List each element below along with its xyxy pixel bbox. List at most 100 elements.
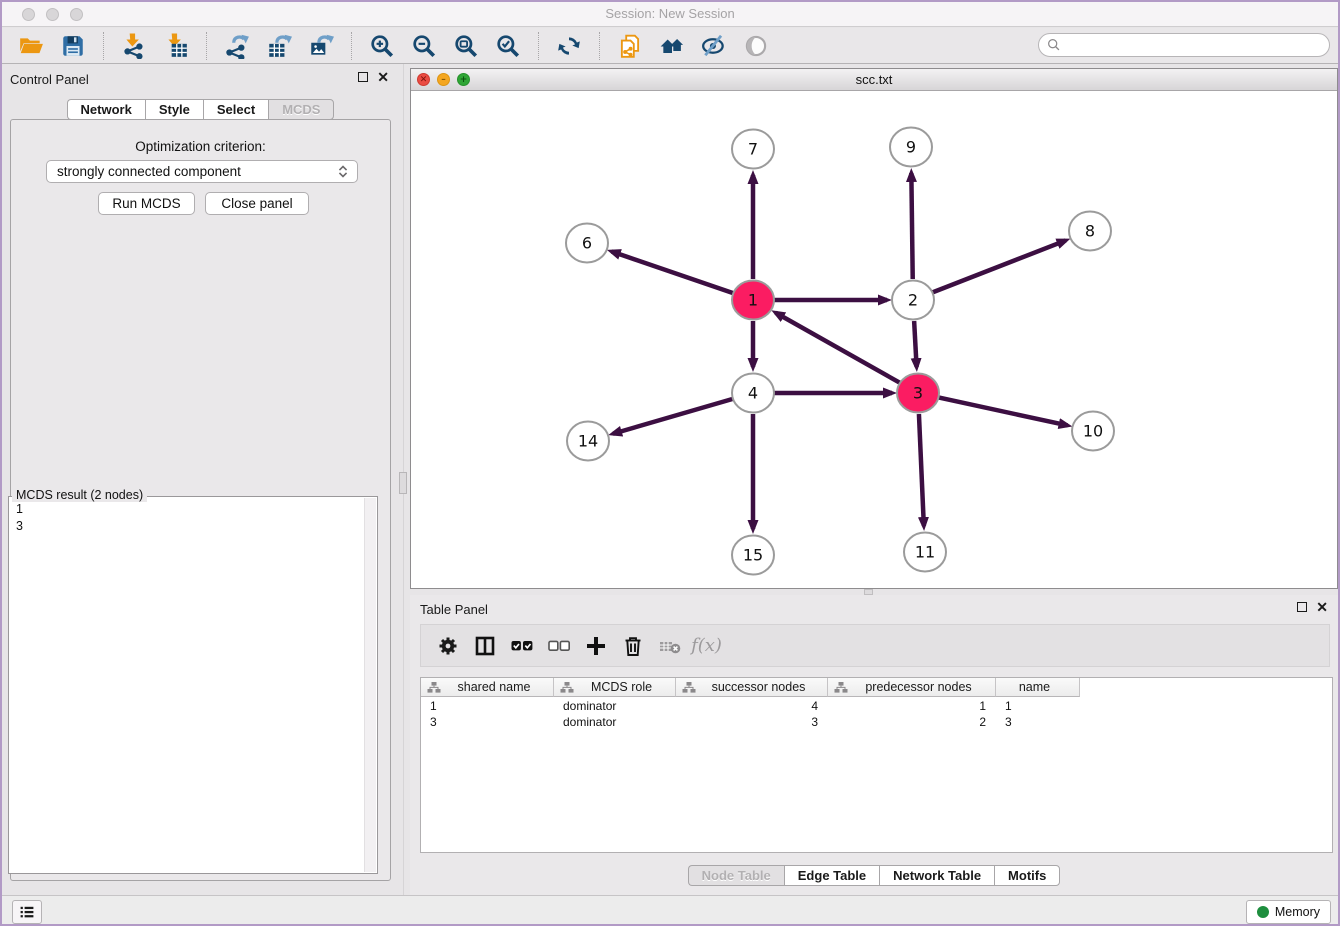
network-window-titlebar[interactable]: ✕ – + scc.txt <box>411 69 1337 91</box>
edge-2-9[interactable] <box>911 173 912 279</box>
cell[interactable]: 3 <box>676 714 828 730</box>
node-3[interactable]: 3 <box>897 374 939 413</box>
edge-2-8[interactable] <box>933 240 1066 292</box>
tab-network[interactable]: Network <box>67 99 145 120</box>
deselect-all-icon[interactable] <box>540 629 577 663</box>
open-file-icon[interactable] <box>13 31 49 61</box>
node-4[interactable]: 4 <box>732 374 774 413</box>
node-9[interactable]: 9 <box>890 128 932 167</box>
float-panel-icon[interactable] <box>358 72 368 82</box>
memory-button[interactable]: Memory <box>1246 900 1331 924</box>
tab-select[interactable]: Select <box>203 99 268 120</box>
export-network-icon[interactable] <box>219 31 255 61</box>
cell[interactable]: 4 <box>676 698 828 714</box>
float-table-panel-icon[interactable] <box>1297 602 1307 612</box>
import-network-icon[interactable] <box>116 31 152 61</box>
settings-gear-icon[interactable] <box>429 629 466 663</box>
tab-style[interactable]: Style <box>145 99 203 120</box>
cell[interactable]: dominator <box>554 714 676 730</box>
tab-motifs[interactable]: Motifs <box>994 865 1060 886</box>
table-body: 1dominator4113dominator323 <box>421 698 1332 730</box>
split-view-icon[interactable] <box>466 629 503 663</box>
mcds-result-text: 1 3 <box>16 501 361 535</box>
task-history-button[interactable] <box>12 900 42 924</box>
zoom-in-icon[interactable] <box>364 31 400 61</box>
node-label: 14 <box>578 432 598 451</box>
node-2[interactable]: 2 <box>892 281 934 320</box>
cell[interactable]: 1 <box>996 698 1080 714</box>
column-header-MCDS-role[interactable]: MCDS role <box>554 678 676 697</box>
control-panel-title: Control Panel <box>10 72 391 90</box>
node-table: shared nameMCDS rolesuccessor nodesprede… <box>420 677 1333 853</box>
node-15[interactable]: 15 <box>732 536 774 575</box>
optimization-criterion-select[interactable]: strongly connected component <box>46 160 358 183</box>
tab-node-table[interactable]: Node Table <box>688 865 784 886</box>
node-8[interactable]: 8 <box>1069 212 1111 251</box>
application-window: Session: New Session Control Panel ✕ Net… <box>0 0 1340 926</box>
search-box[interactable] <box>1038 33 1330 57</box>
node-14[interactable]: 14 <box>567 422 609 461</box>
attribute-icon <box>427 681 441 694</box>
column-header-predecessor-nodes[interactable]: predecessor nodes <box>828 678 996 697</box>
node-6[interactable]: 6 <box>566 224 608 263</box>
node-11[interactable]: 11 <box>904 533 946 572</box>
column-header-name[interactable]: name <box>996 678 1080 697</box>
column-header-successor-nodes[interactable]: successor nodes <box>676 678 828 697</box>
zoom-out-icon[interactable] <box>406 31 442 61</box>
tab-edge-table[interactable]: Edge Table <box>784 865 879 886</box>
export-table-icon[interactable] <box>261 31 297 61</box>
edge-4-14[interactable] <box>613 399 733 434</box>
node-label: 9 <box>906 138 916 157</box>
node-10[interactable]: 10 <box>1072 412 1114 451</box>
network-canvas[interactable]: 1 2 3 4 6 7 8 9 10 11 14 15 <box>411 91 1337 588</box>
close-panel-button[interactable]: Close panel <box>205 192 309 215</box>
hide-graphics-icon[interactable] <box>696 31 732 61</box>
stepper-icon <box>335 164 351 179</box>
run-mcds-button[interactable]: Run MCDS <box>98 192 195 215</box>
clone-network-icon[interactable] <box>612 31 648 61</box>
node-label: 2 <box>908 291 918 310</box>
cell[interactable]: 1 <box>421 698 554 714</box>
node-7[interactable]: 7 <box>732 130 774 169</box>
zoom-selected-icon[interactable] <box>490 31 526 61</box>
optimization-criterion-label: Optimization criterion: <box>2 139 399 154</box>
function-builder-icon: f(x) <box>688 629 725 663</box>
node-label: 4 <box>748 384 758 403</box>
table-tabs: Node TableEdge TableNetwork TableMotifs <box>410 865 1338 886</box>
delete-column-icon[interactable] <box>614 629 651 663</box>
edge-3-11[interactable] <box>919 414 924 526</box>
edge-3-10[interactable] <box>939 397 1068 425</box>
cell[interactable]: 2 <box>828 714 996 730</box>
node-1[interactable]: 1 <box>732 281 774 320</box>
cell[interactable]: 3 <box>996 714 1080 730</box>
cell[interactable]: 3 <box>421 714 554 730</box>
edge-3-1[interactable] <box>776 313 900 383</box>
network-graph[interactable]: 1 2 3 4 6 7 8 9 10 11 14 15 <box>411 91 1337 588</box>
vertical-splitter-handle[interactable] <box>399 472 407 494</box>
home-icon[interactable] <box>654 31 690 61</box>
select-all-icon[interactable] <box>503 629 540 663</box>
delete-table-icon <box>651 629 688 663</box>
edge-2-3[interactable] <box>914 321 916 367</box>
close-table-panel-icon[interactable]: ✕ <box>1316 602 1328 612</box>
import-table-icon[interactable] <box>158 31 194 61</box>
cell[interactable]: dominator <box>554 698 676 714</box>
zoom-fit-icon[interactable] <box>448 31 484 61</box>
tab-mcds[interactable]: MCDS <box>268 99 334 120</box>
apply-layout-icon[interactable] <box>551 31 587 61</box>
table-row[interactable]: 3dominator323 <box>421 714 1332 730</box>
column-header-shared-name[interactable]: shared name <box>421 678 554 697</box>
search-icon <box>1047 38 1061 52</box>
edge-1-6[interactable] <box>612 251 734 293</box>
result-scrollbar[interactable] <box>364 498 376 872</box>
export-image-icon[interactable] <box>303 31 339 61</box>
table-row[interactable]: 1dominator411 <box>421 698 1332 714</box>
add-column-icon[interactable] <box>577 629 614 663</box>
tab-network-table[interactable]: Network Table <box>879 865 994 886</box>
close-panel-icon[interactable]: ✕ <box>377 72 389 82</box>
cell[interactable]: 1 <box>828 698 996 714</box>
status-bar: Memory <box>2 895 1338 926</box>
search-input[interactable] <box>1061 35 1329 55</box>
save-session-icon[interactable] <box>55 31 91 61</box>
control-panel-tabs: NetworkStyleSelectMCDS <box>2 99 399 120</box>
